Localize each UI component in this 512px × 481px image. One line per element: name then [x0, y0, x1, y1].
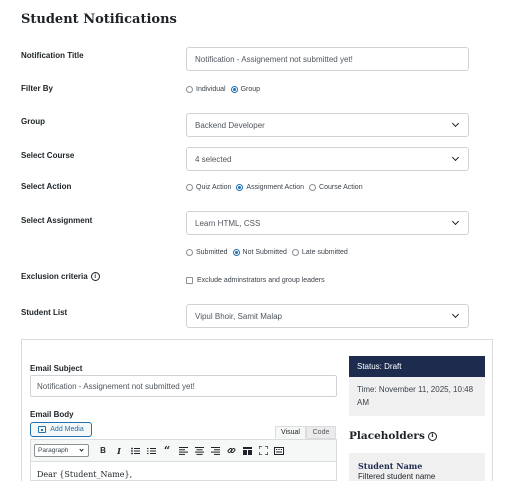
status-box: Status: Draft Time: November 11, 2025, 1…: [349, 356, 485, 416]
filter-group-label: Group: [240, 86, 261, 93]
select-action-label: Select Action: [21, 182, 72, 191]
add-media-button[interactable]: Add Media: [30, 422, 92, 437]
group-label: Group: [21, 117, 45, 126]
link-icon[interactable]: [223, 444, 239, 458]
assignment-select[interactable]: Learn HTML, CSS: [186, 211, 469, 235]
placeholder-item[interactable]: Student Name Filtered student name: [349, 453, 485, 481]
chevron-down-icon: [451, 310, 460, 319]
italic-icon[interactable]: I: [111, 444, 127, 458]
course-select[interactable]: 4 selected: [186, 147, 469, 171]
blockquote-icon[interactable]: “: [159, 444, 175, 458]
info-icon[interactable]: i: [90, 272, 100, 282]
filter-individual-option[interactable]: Individual: [186, 86, 226, 93]
student-list-label: Student List: [21, 308, 68, 317]
exclude-checkbox[interactable]: [186, 277, 193, 284]
placeholder-desc: Filtered student name: [358, 472, 436, 481]
email-subject-input[interactable]: Notification - Assignement not submitted…: [30, 375, 337, 397]
notification-title-value: Notification - Assignement not submitted…: [195, 54, 353, 64]
status-time: Time: November 11, 2025, 10:48 AM: [357, 385, 474, 407]
email-subject-value: Notification - Assignement not submitted…: [37, 381, 195, 391]
student-list-value: Vipul Bhoir, Samit Malap: [195, 311, 283, 321]
info-icon[interactable]: i: [427, 431, 437, 441]
assignment-select-value: Learn HTML, CSS: [195, 218, 261, 228]
bullet-list-icon[interactable]: [127, 444, 143, 458]
placeholder-name: Student Name: [358, 461, 423, 471]
media-icon: [38, 426, 47, 433]
exclusion-criteria-text: Exclusion criteria: [21, 272, 88, 281]
page-title: Student Notifications: [21, 12, 177, 27]
numbered-list-icon[interactable]: [143, 444, 159, 458]
fullscreen-icon[interactable]: [255, 444, 271, 458]
chevron-down-icon: [451, 119, 460, 128]
not-submitted-option[interactable]: Not Submitted: [232, 249, 287, 256]
notification-title-input[interactable]: Notification - Assignement not submitted…: [186, 47, 469, 71]
bold-icon[interactable]: B: [95, 444, 111, 458]
editor-content[interactable]: Dear {Student_Name},: [31, 462, 336, 481]
align-left-icon[interactable]: [175, 444, 191, 458]
filter-individual-label: Individual: [196, 86, 226, 93]
late-submitted-option[interactable]: Late submitted: [291, 249, 348, 256]
action-course-option[interactable]: Course Action: [309, 184, 363, 191]
submission-radio-group: Submitted Not Submitted Late submitted: [186, 249, 353, 256]
action-radio-group: Quiz Action Assignment Action Course Act…: [186, 184, 368, 191]
email-body-editor[interactable]: Paragraph B I “ Dear {Student_Name},: [30, 439, 337, 481]
late-submitted-label: Late submitted: [301, 249, 348, 256]
filter-by-radio-group: Individual Group: [186, 86, 265, 93]
align-center-icon[interactable]: [191, 444, 207, 458]
align-right-icon[interactable]: [207, 444, 223, 458]
email-subject-label: Email Subject: [30, 364, 83, 373]
radio-group[interactable]: [230, 86, 238, 93]
action-course-label: Course Action: [319, 184, 363, 191]
chevron-down-icon: [451, 153, 460, 162]
kitchen-sink-icon[interactable]: [271, 444, 287, 458]
placeholders-title-text: Placeholders: [349, 430, 425, 442]
radio-submitted[interactable]: [186, 249, 193, 256]
filter-by-label: Filter By: [21, 84, 54, 93]
group-select[interactable]: Backend Developer: [186, 113, 469, 137]
select-assignment-label: Select Assignment: [21, 216, 93, 225]
radio-late-submitted[interactable]: [291, 249, 299, 256]
exclusion-criteria-label: Exclusion criteria i: [21, 272, 100, 282]
submitted-label: Submitted: [196, 249, 228, 256]
radio-course-action[interactable]: [309, 184, 317, 191]
tab-code[interactable]: Code: [306, 426, 336, 439]
toolbar-toggle-icon[interactable]: [239, 444, 255, 458]
action-assignment-label: Assignment Action: [246, 184, 305, 191]
filter-group-option[interactable]: Group: [230, 86, 261, 93]
chevron-down-icon: [79, 446, 84, 452]
action-quiz-option[interactable]: Quiz Action: [186, 184, 231, 191]
radio-not-submitted[interactable]: [232, 249, 240, 256]
status-header: Status: Draft: [349, 356, 485, 377]
action-assignment-option[interactable]: Assignment Action: [236, 184, 304, 191]
select-course-label: Select Course: [21, 151, 75, 160]
email-body-label: Email Body: [30, 410, 74, 419]
radio-individual[interactable]: [186, 86, 193, 93]
student-list-select[interactable]: Vipul Bhoir, Samit Malap: [186, 304, 469, 328]
exclude-checkbox-label: Exclude adminstrators and group leaders: [197, 277, 325, 284]
tab-visual[interactable]: Visual: [275, 426, 306, 439]
add-media-label: Add Media: [50, 426, 84, 433]
group-select-value: Backend Developer: [195, 120, 265, 130]
format-select[interactable]: Paragraph: [34, 444, 89, 457]
chevron-down-icon: [451, 217, 460, 226]
radio-quiz-action[interactable]: [186, 184, 193, 191]
not-submitted-label: Not Submitted: [242, 249, 287, 256]
submitted-option[interactable]: Submitted: [186, 249, 228, 256]
format-select-value: Paragraph: [38, 447, 69, 454]
action-quiz-label: Quiz Action: [196, 184, 232, 191]
radio-assignment-action[interactable]: [236, 184, 244, 191]
exclusion-checkbox-row[interactable]: Exclude adminstrators and group leaders: [186, 277, 325, 284]
notification-title-label: Notification Title: [21, 51, 84, 60]
editor-toolbar: Paragraph B I “: [31, 440, 336, 462]
course-select-value: 4 selected: [195, 154, 232, 164]
placeholders-title: Placeholders i: [349, 430, 437, 442]
